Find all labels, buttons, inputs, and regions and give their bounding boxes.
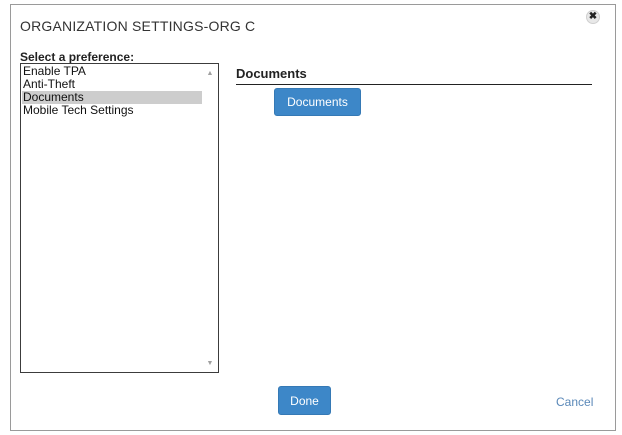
list-item-mobile-tech-settings[interactable]: Mobile Tech Settings [22, 104, 202, 117]
preference-list: Enable TPA Anti-Theft Documents Mobile T… [22, 65, 202, 117]
close-button[interactable]: ✖ [586, 10, 600, 24]
section-heading: Documents [236, 66, 307, 81]
close-icon: ✖ [588, 11, 598, 22]
done-button[interactable]: Done [278, 386, 331, 415]
cancel-link[interactable]: Cancel [556, 395, 593, 409]
triangle-down-icon[interactable]: ▼ [203, 357, 217, 369]
section-divider [236, 84, 592, 85]
screen: ORGANIZATION SETTINGS-ORG C ✖ Select a p… [0, 0, 622, 435]
preference-listbox[interactable]: Enable TPA Anti-Theft Documents Mobile T… [20, 63, 219, 373]
list-scrollbar[interactable]: ▲ ▼ [203, 65, 217, 371]
preference-label: Select a preference: [20, 50, 135, 64]
documents-button[interactable]: Documents [274, 88, 361, 116]
dialog-title: ORGANIZATION SETTINGS-ORG C [20, 18, 256, 34]
triangle-up-icon[interactable]: ▲ [203, 67, 217, 79]
